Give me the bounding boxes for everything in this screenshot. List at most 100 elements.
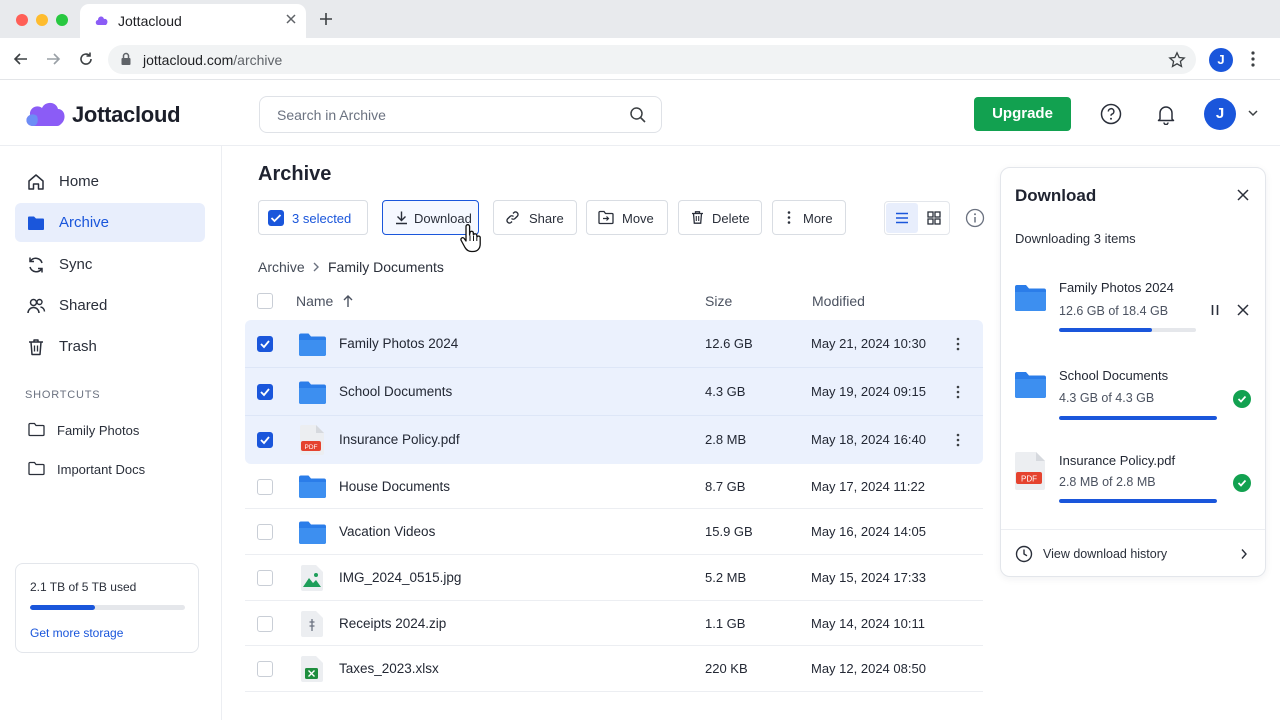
table-row[interactable]: Taxes_2023.xlsx 220 KB May 12, 2024 08:50 bbox=[245, 646, 983, 692]
info-icon[interactable] bbox=[965, 208, 985, 228]
file-name: School Documents bbox=[339, 384, 453, 399]
user-avatar[interactable]: J bbox=[1204, 98, 1236, 130]
pdf-file-icon: PDF bbox=[1015, 452, 1045, 490]
table-row[interactable]: Family Photos 2024 12.6 GB May 21, 2024 10… bbox=[245, 320, 983, 368]
row-more-icon[interactable] bbox=[956, 385, 960, 399]
sidebar-item-trash[interactable]: Trash bbox=[15, 327, 205, 366]
sidebar-item-sync[interactable]: Sync bbox=[15, 245, 205, 284]
sync-icon bbox=[26, 255, 46, 275]
page-title: Archive bbox=[258, 163, 332, 185]
search-input[interactable]: Search in Archive bbox=[259, 96, 662, 133]
new-tab-plus-icon[interactable] bbox=[318, 11, 334, 27]
breadcrumb-root[interactable]: Archive bbox=[258, 259, 305, 275]
sort-arrow-up-icon[interactable] bbox=[342, 294, 354, 308]
search-placeholder: Search in Archive bbox=[277, 107, 386, 123]
row-checkbox[interactable] bbox=[257, 336, 273, 352]
browser-profile-avatar[interactable]: J bbox=[1209, 48, 1233, 72]
svg-text:PDF: PDF bbox=[1021, 475, 1037, 484]
folder-icon bbox=[1015, 284, 1046, 311]
cancel-download-icon[interactable] bbox=[1236, 303, 1250, 317]
file-name: Taxes_2023.xlsx bbox=[339, 661, 439, 676]
jottacloud-logo-icon[interactable] bbox=[24, 99, 66, 129]
row-checkbox[interactable] bbox=[257, 432, 273, 448]
column-header-size[interactable]: Size bbox=[705, 293, 732, 309]
folder-icon bbox=[26, 213, 46, 233]
shortcut-label: Important Docs bbox=[57, 462, 146, 477]
browser-menu-icon[interactable] bbox=[1250, 50, 1256, 68]
sidebar-item-shared[interactable]: Shared bbox=[15, 286, 205, 325]
file-size: 5.2 MB bbox=[705, 570, 747, 585]
sidebar-item-label: Archive bbox=[59, 214, 110, 231]
window-close-dot[interactable] bbox=[16, 14, 28, 26]
file-name: IMG_2024_0515.jpg bbox=[339, 570, 462, 585]
tab-close-icon[interactable] bbox=[284, 12, 298, 26]
row-checkbox[interactable] bbox=[257, 661, 273, 677]
column-header-name[interactable]: Name bbox=[296, 293, 333, 309]
upgrade-button[interactable]: Upgrade bbox=[974, 97, 1071, 131]
sidebar-item-archive[interactable]: Archive bbox=[15, 203, 205, 242]
browser-tab[interactable]: Jottacloud bbox=[80, 4, 306, 38]
help-icon[interactable] bbox=[1100, 103, 1122, 125]
reload-icon[interactable] bbox=[77, 50, 95, 68]
select-all-checkbox[interactable] bbox=[257, 293, 273, 309]
table-row[interactable]: School Documents 4.3 GB May 19, 2024 09:15 bbox=[245, 368, 983, 416]
shortcuts-heading: SHORTCUTS bbox=[25, 389, 101, 401]
table-row[interactable]: Receipts 2024.zip 1.1 GB May 14, 2024 10:1… bbox=[245, 601, 983, 646]
row-checkbox[interactable] bbox=[257, 524, 273, 540]
list-view-button[interactable] bbox=[886, 203, 918, 233]
delete-button[interactable]: Delete bbox=[678, 200, 762, 235]
chevron-down-icon[interactable] bbox=[1247, 108, 1259, 118]
row-more-icon[interactable] bbox=[956, 337, 960, 351]
row-checkbox[interactable] bbox=[257, 616, 273, 632]
table-row[interactable]: House Documents 8.7 GB May 17, 2024 11:22 bbox=[245, 464, 983, 509]
selection-count-button[interactable]: 3 selected bbox=[258, 200, 368, 235]
row-more-icon[interactable] bbox=[956, 433, 960, 447]
divider bbox=[1001, 529, 1265, 530]
grid-view-button[interactable] bbox=[918, 203, 950, 233]
download-item-progress-text: 2.8 MB of 2.8 MB bbox=[1059, 475, 1156, 489]
file-modified: May 17, 2024 11:22 bbox=[811, 479, 925, 494]
window-minimize-dot[interactable] bbox=[36, 14, 48, 26]
table-row[interactable]: Vacation Videos 15.9 GB May 16, 2024 14:05 bbox=[245, 509, 983, 555]
file-size: 220 KB bbox=[705, 661, 748, 676]
folder-icon bbox=[298, 381, 326, 404]
image-file-icon bbox=[301, 565, 323, 591]
notification-bell-icon[interactable] bbox=[1155, 103, 1177, 125]
get-more-storage-link[interactable]: Get more storage bbox=[30, 626, 123, 640]
column-header-modified[interactable]: Modified bbox=[812, 293, 865, 309]
view-download-history-link[interactable]: View download history bbox=[1043, 547, 1167, 561]
pause-icon[interactable] bbox=[1208, 303, 1222, 317]
file-name: Family Photos 2024 bbox=[339, 336, 459, 351]
download-item: PDF Insurance Policy.pdf 2.8 MB of 2.8 M… bbox=[1001, 441, 1265, 521]
window-zoom-dot[interactable] bbox=[56, 14, 68, 26]
forward-arrow-icon[interactable] bbox=[44, 50, 62, 68]
row-checkbox[interactable] bbox=[257, 570, 273, 586]
home-icon bbox=[26, 172, 46, 192]
search-icon[interactable] bbox=[629, 106, 647, 124]
row-checkbox[interactable] bbox=[257, 479, 273, 495]
users-icon bbox=[26, 296, 46, 316]
folder-icon bbox=[298, 521, 326, 544]
file-modified: May 15, 2024 17:33 bbox=[811, 570, 926, 585]
file-modified: May 14, 2024 10:11 bbox=[811, 616, 925, 631]
chevron-right-icon bbox=[312, 262, 320, 272]
url-bar[interactable]: jottacloud.com/archive bbox=[108, 45, 1196, 74]
sidebar-item-home[interactable]: Home bbox=[15, 162, 205, 201]
shortcut-important-docs[interactable]: Important Docs bbox=[22, 457, 202, 483]
back-arrow-icon[interactable] bbox=[12, 50, 30, 68]
close-icon[interactable] bbox=[1235, 187, 1251, 203]
more-button[interactable]: More bbox=[772, 200, 846, 235]
chevron-right-icon[interactable] bbox=[1240, 548, 1248, 560]
file-modified: May 16, 2024 14:05 bbox=[811, 524, 926, 539]
move-button[interactable]: Move bbox=[586, 200, 668, 235]
download-item: Family Photos 2024 12.6 GB of 18.4 GB bbox=[1001, 268, 1265, 348]
row-checkbox[interactable] bbox=[257, 384, 273, 400]
share-button[interactable]: Share bbox=[493, 200, 577, 235]
table-row[interactable]: IMG_2024_0515.jpg 5.2 MB May 15, 2024 17:3… bbox=[245, 555, 983, 601]
storage-card: 2.1 TB of 5 TB used Get more storage bbox=[15, 563, 199, 653]
download-item-progress-text: 4.3 GB of 4.3 GB bbox=[1059, 391, 1155, 405]
table-row[interactable]: PDF Insurance Policy.pdf 2.8 MB May 18, 202… bbox=[245, 416, 983, 464]
bookmark-star-icon[interactable] bbox=[1168, 51, 1186, 69]
download-progress-bar bbox=[1059, 499, 1217, 503]
shortcut-family-photos[interactable]: Family Photos bbox=[22, 418, 202, 444]
